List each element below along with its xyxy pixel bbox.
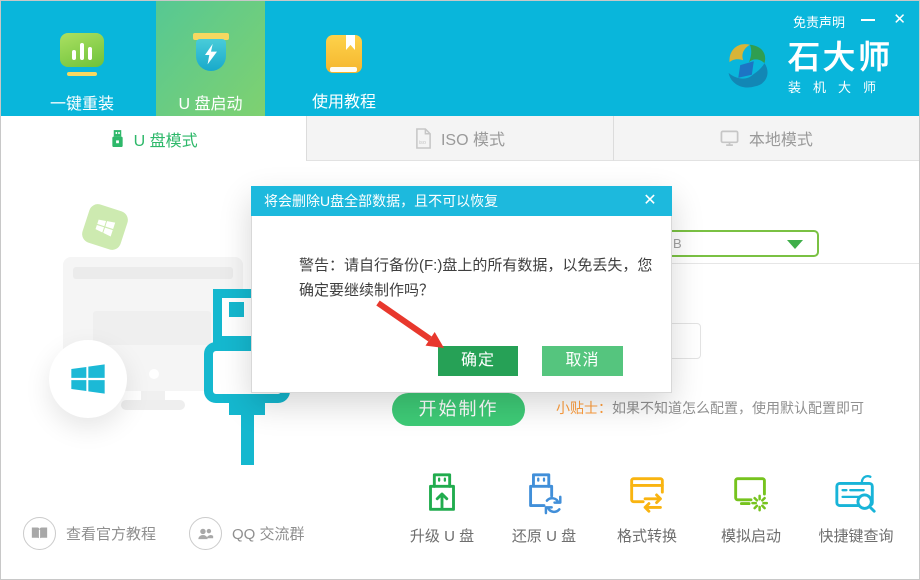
book-icon <box>325 33 363 77</box>
device-dropdown-text: B <box>673 236 682 251</box>
tab-label: 本地模式 <box>749 126 813 150</box>
tool-restore-usb[interactable]: 还原 U 盘 <box>495 471 593 546</box>
chevron-down-icon <box>787 240 803 249</box>
tip-text: 小贴士：如果不知道怎么配置，使用默认配置即可 <box>556 398 864 418</box>
nav-tab-label: 使用教程 <box>312 88 376 112</box>
usb-illustration-contact <box>229 302 244 317</box>
qq-group-link[interactable]: QQ 交流群 <box>189 517 305 550</box>
usb-upgrade-icon <box>419 471 465 517</box>
nav-tab-usb-boot[interactable]: U 盘启动 <box>156 1 265 116</box>
people-icon <box>189 517 222 550</box>
dialog-body: 警告：请自行备份(F:)盘上的所有数据，以免丢失，您确定要继续制作吗？ 确定 取… <box>251 216 672 393</box>
tool-label: 升级 U 盘 <box>410 525 474 546</box>
tool-label: 快捷键查询 <box>818 525 893 546</box>
nav-tab-label: 一键重装 <box>50 90 114 114</box>
dialog-title: 将会删除U盘全部数据，且不可以恢复 <box>264 193 498 209</box>
tab-label: ISO 模式 <box>441 126 505 150</box>
monitor-stand <box>141 391 165 400</box>
book-outline-icon <box>23 517 56 550</box>
hotkey-query-icon <box>833 471 879 517</box>
tool-label: 模拟启动 <box>721 525 781 546</box>
nav-tab-one-key-reinstall[interactable]: 一键重装 <box>21 1 143 116</box>
tool-simulate-boot[interactable]: 模拟启动 <box>702 471 800 546</box>
start-make-button[interactable]: 开始制作 <box>392 393 525 426</box>
usb-restore-icon <box>521 471 567 517</box>
iso-file-icon: iso <box>415 128 432 149</box>
usb-illustration-cable <box>241 415 254 465</box>
tool-label: 格式转换 <box>617 525 677 546</box>
official-tutorial-link[interactable]: 查看官方教程 <box>23 517 156 550</box>
close-button[interactable]: ✕ <box>893 10 906 28</box>
simulate-boot-icon <box>728 471 774 517</box>
nav-tab-tutorial[interactable]: 使用教程 <box>285 1 403 116</box>
bar-chart-icon <box>60 33 104 79</box>
link-label: QQ 交流群 <box>232 523 305 544</box>
brand-logo-icon <box>716 37 778 99</box>
mode-tabs: U 盘模式 iso ISO 模式 本地模式 <box>1 116 919 161</box>
shield-lightning-icon <box>191 33 231 79</box>
brand-subtitle: 装机大师 <box>788 77 893 96</box>
tip-label: 小贴士： <box>556 400 612 416</box>
monitor-base <box>121 400 185 410</box>
usb-drive-icon <box>110 129 125 149</box>
monitor-icon <box>720 129 740 148</box>
header-bar: 一键重装 U 盘启动 使用教程 免责声明 ✕ <box>1 1 919 116</box>
nav-tab-label: U 盘启动 <box>178 90 242 114</box>
tab-usb-mode[interactable]: U 盘模式 <box>1 116 306 161</box>
usb-illustration-connector <box>229 399 265 415</box>
svg-text:iso: iso <box>419 140 426 146</box>
tool-upgrade-usb[interactable]: 升级 U 盘 <box>393 471 491 546</box>
dialog-titlebar: 将会删除U盘全部数据，且不可以恢复 ✕ <box>251 186 672 216</box>
tool-format-convert[interactable]: 格式转换 <box>598 471 696 546</box>
windows-flag-icon <box>49 340 127 418</box>
confirm-button[interactable]: 确定 <box>438 346 518 376</box>
disclaimer-link[interactable]: 免责声明 <box>793 12 845 31</box>
windows-logo-tile-icon <box>80 202 130 252</box>
tool-hotkey-query[interactable]: 快捷键查询 <box>807 471 905 546</box>
cancel-button[interactable]: 取消 <box>542 346 623 376</box>
tab-label: U 盘模式 <box>134 127 198 151</box>
dialog-close-icon[interactable]: ✕ <box>638 186 662 216</box>
tool-label: 还原 U 盘 <box>512 525 576 546</box>
brand-title: 石大师 <box>788 40 893 74</box>
app-window: 一键重装 U 盘启动 使用教程 免责声明 ✕ <box>0 0 920 580</box>
minimize-button[interactable] <box>861 19 875 21</box>
format-convert-icon <box>624 471 670 517</box>
warning-dialog: 将会删除U盘全部数据，且不可以恢复 ✕ 警告：请自行备份(F:)盘上的所有数据，… <box>251 186 672 393</box>
tab-iso-mode[interactable]: iso ISO 模式 <box>306 116 612 161</box>
dialog-message: 警告：请自行备份(F:)盘上的所有数据，以免丢失，您确定要继续制作吗？ <box>299 253 657 303</box>
tab-local-mode[interactable]: 本地模式 <box>613 116 919 161</box>
brand-logo: 石大师 装机大师 <box>716 37 893 99</box>
link-label: 查看官方教程 <box>66 523 156 544</box>
